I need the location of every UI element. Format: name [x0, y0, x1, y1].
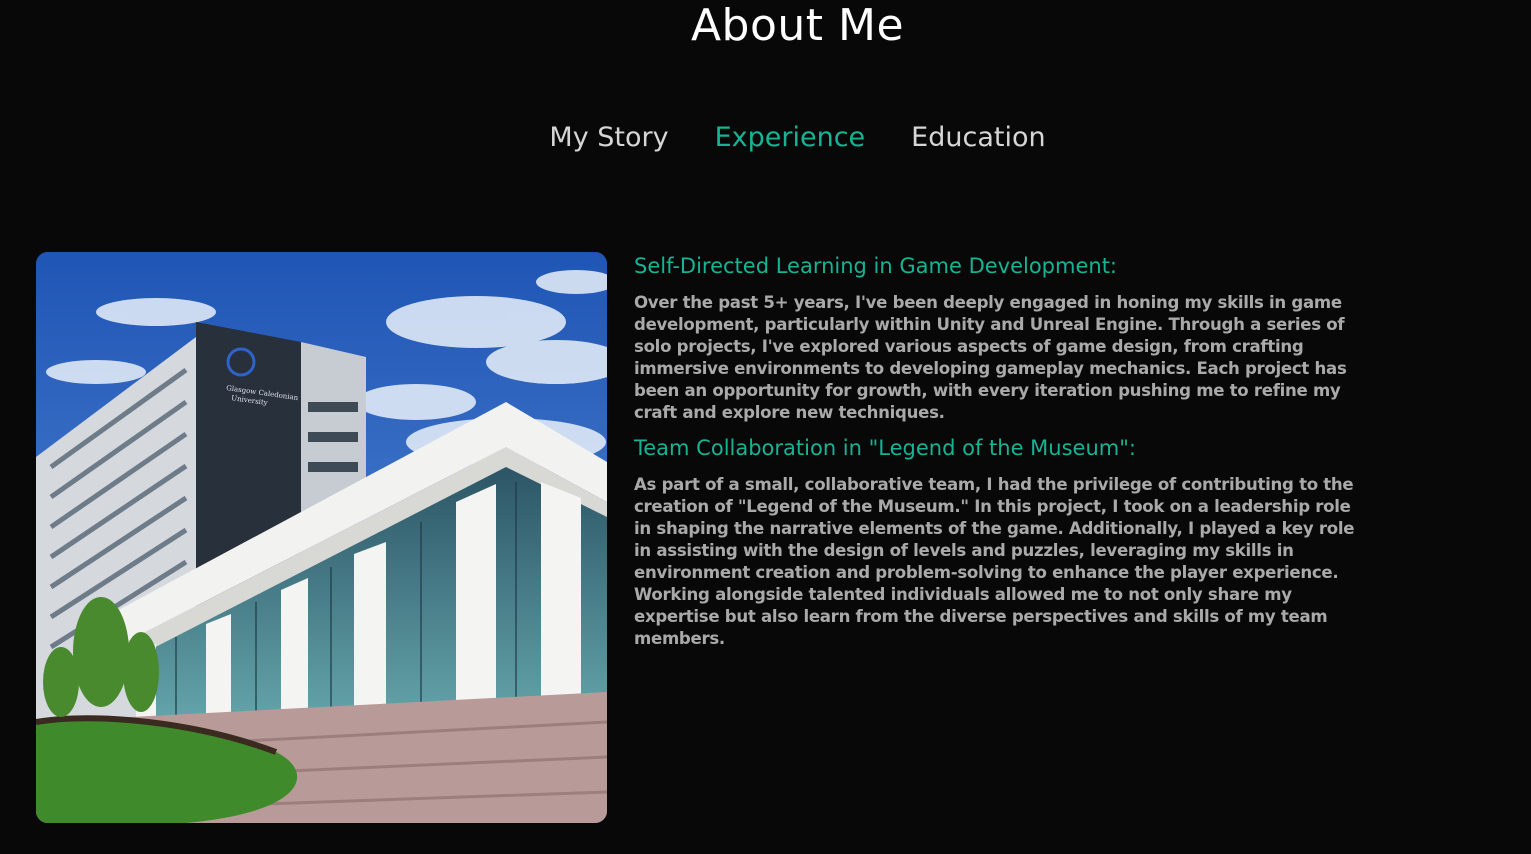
section-heading-team-collaboration: Team Collaboration in "Legend of the Mus…: [634, 436, 1136, 460]
section-body-self-directed: Over the past 5+ years, I've been deeply…: [634, 293, 1347, 422]
about-page: About Me My Story Experience Education G…: [0, 0, 1531, 854]
experience-content: Self-Directed Learning in Game Developme…: [634, 252, 1372, 650]
section-body-team-collaboration: As part of a small, collaborative team, …: [634, 475, 1355, 648]
section-heading-self-directed: Self-Directed Learning in Game Developme…: [634, 254, 1118, 278]
page-title: About Me: [690, 0, 905, 51]
tab-experience[interactable]: Experience: [715, 118, 866, 158]
building-photo: Glasgow Caledonian University: [36, 252, 607, 823]
tab-education[interactable]: Education: [911, 118, 1045, 158]
tab-bar: My Story Experience Education: [0, 118, 1531, 158]
tab-my-story[interactable]: My Story: [549, 118, 668, 158]
